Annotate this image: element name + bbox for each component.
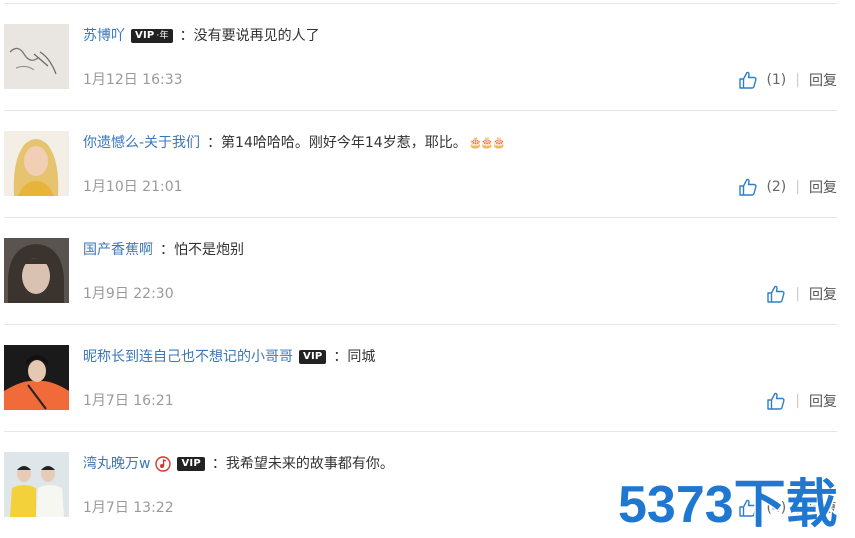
vip-badge: VIP — [177, 457, 205, 471]
comment-header: 湾丸晚万w VIP ：我希望未来的故事都有你。 — [83, 454, 394, 474]
username-link[interactable]: 昵称长到连自己也不想记的小哥哥 — [83, 347, 293, 367]
thumbs-up-icon[interactable] — [738, 70, 758, 90]
action-divider: | — [795, 72, 800, 88]
reply-button[interactable]: 回复 — [809, 70, 837, 90]
comment-timestamp: 1月10日 21:01 — [83, 179, 183, 195]
comment-timestamp: 1月12日 16:33 — [83, 72, 183, 88]
comment-timestamp: 1月7日 13:22 — [83, 500, 174, 516]
thumbs-up-icon[interactable] — [766, 284, 786, 304]
comment-text: ：同城 — [333, 349, 376, 365]
comment-header: 昵称长到连自己也不想记的小哥哥 VIP ：同城 — [83, 347, 375, 367]
comment-actions: | 回复 — [766, 283, 837, 305]
like-count: (2) — [766, 179, 787, 195]
thumbs-up-icon[interactable] — [766, 391, 786, 411]
vip-badge: VIP — [299, 350, 327, 364]
action-divider: | — [795, 286, 800, 302]
thumbs-up-icon[interactable] — [738, 177, 758, 197]
avatar[interactable] — [4, 452, 69, 517]
username-link[interactable]: 国产香蕉啊 — [83, 240, 153, 260]
avatar[interactable] — [4, 345, 69, 410]
comment-item: 国产香蕉啊 ：怕不是炮别 1月9日 22:30 | 回复 — [4, 217, 837, 325]
comment-header: 国产香蕉啊 ：怕不是炮别 — [83, 240, 244, 260]
site-watermark: 5373下载 — [617, 475, 840, 531]
comment-actions: (1) | 回复 — [738, 69, 837, 91]
comment-item: 昵称长到连自己也不想记的小哥哥 VIP ：同城 1月7日 16:21 | 回复 — [4, 324, 837, 432]
action-divider: | — [795, 393, 800, 409]
action-divider: | — [795, 179, 800, 195]
reply-button[interactable]: 回复 — [809, 177, 837, 197]
cake-emoji: 🎂🎂🎂 — [468, 136, 506, 149]
avatar[interactable] — [4, 131, 69, 196]
comment-header: 苏博吖 VIP ·年 ：没有要说再见的人了 — [83, 26, 320, 46]
username-link[interactable]: 苏博吖 — [83, 26, 125, 46]
comment-actions: (2) | 回复 — [738, 176, 837, 198]
reply-button[interactable]: 回复 — [809, 391, 837, 411]
reply-button[interactable]: 回复 — [809, 284, 837, 304]
comment-text: ：第14哈哈哈。刚好今年14岁惹，耶比。 — [207, 135, 467, 151]
like-count: (1) — [766, 72, 787, 88]
comment-timestamp: 1月7日 16:21 — [83, 393, 174, 409]
vip-badge: VIP ·年 — [131, 29, 173, 43]
username-link[interactable]: 你遗憾么-关于我们 — [83, 133, 200, 153]
comment-actions: | 回复 — [766, 390, 837, 412]
comment-text: ：没有要说再见的人了 — [179, 28, 320, 44]
watermark-text: 5373下载 — [618, 476, 838, 530]
comment-item: 苏博吖 VIP ·年 ：没有要说再见的人了 1月12日 16:33 (1) | 回… — [4, 3, 837, 111]
username-link[interactable]: 湾丸晚万w — [83, 454, 150, 474]
music-note-icon — [155, 456, 172, 472]
comment-item: 你遗憾么-关于我们 ：第14哈哈哈。刚好今年14岁惹，耶比。 🎂🎂🎂 1月10日… — [4, 110, 837, 218]
comment-text: ：我希望未来的故事都有你。 — [211, 456, 394, 472]
avatar[interactable] — [4, 24, 69, 89]
comment-timestamp: 1月9日 22:30 — [83, 286, 174, 302]
comment-header: 你遗憾么-关于我们 ：第14哈哈哈。刚好今年14岁惹，耶比。 🎂🎂🎂 — [83, 133, 506, 153]
comment-text: ：怕不是炮别 — [160, 242, 244, 258]
avatar[interactable] — [4, 238, 69, 303]
